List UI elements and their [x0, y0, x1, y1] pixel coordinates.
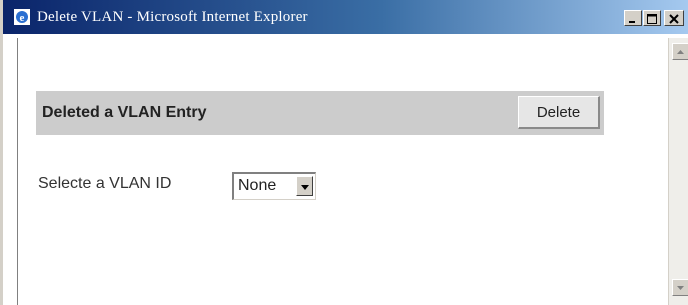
- vlan-id-label: Selecte a VLAN ID: [38, 175, 172, 192]
- vertical-scrollbar[interactable]: [668, 38, 688, 305]
- vlan-id-selected-value: None: [238, 177, 277, 194]
- delete-button[interactable]: Delete: [518, 96, 600, 129]
- minimize-icon: [628, 9, 638, 28]
- section-header: Deleted a VLAN Entry Delete: [36, 91, 604, 135]
- vlan-id-select[interactable]: None: [232, 172, 316, 200]
- maximize-icon: [647, 9, 657, 28]
- page-content: [17, 38, 669, 305]
- internet-explorer-icon: e: [14, 9, 30, 25]
- scroll-up-button[interactable]: [672, 43, 688, 60]
- scroll-down-button[interactable]: [672, 279, 688, 296]
- maximize-button[interactable]: [643, 10, 661, 26]
- dropdown-arrow-button[interactable]: [296, 176, 313, 196]
- title-bar[interactable]: e Delete VLAN - Microsoft Internet Explo…: [3, 0, 688, 34]
- close-icon: [669, 9, 679, 28]
- arrow-down-icon: [677, 283, 684, 292]
- svg-text:e: e: [20, 12, 25, 24]
- close-button[interactable]: [664, 10, 684, 26]
- window-title: Delete VLAN - Microsoft Internet Explore…: [37, 9, 308, 25]
- chevron-down-icon: [300, 177, 309, 195]
- browser-window: e Delete VLAN - Microsoft Internet Explo…: [0, 0, 688, 305]
- section-title: Deleted a VLAN Entry: [42, 104, 207, 121]
- minimize-button[interactable]: [624, 10, 642, 26]
- arrow-up-icon: [677, 47, 684, 56]
